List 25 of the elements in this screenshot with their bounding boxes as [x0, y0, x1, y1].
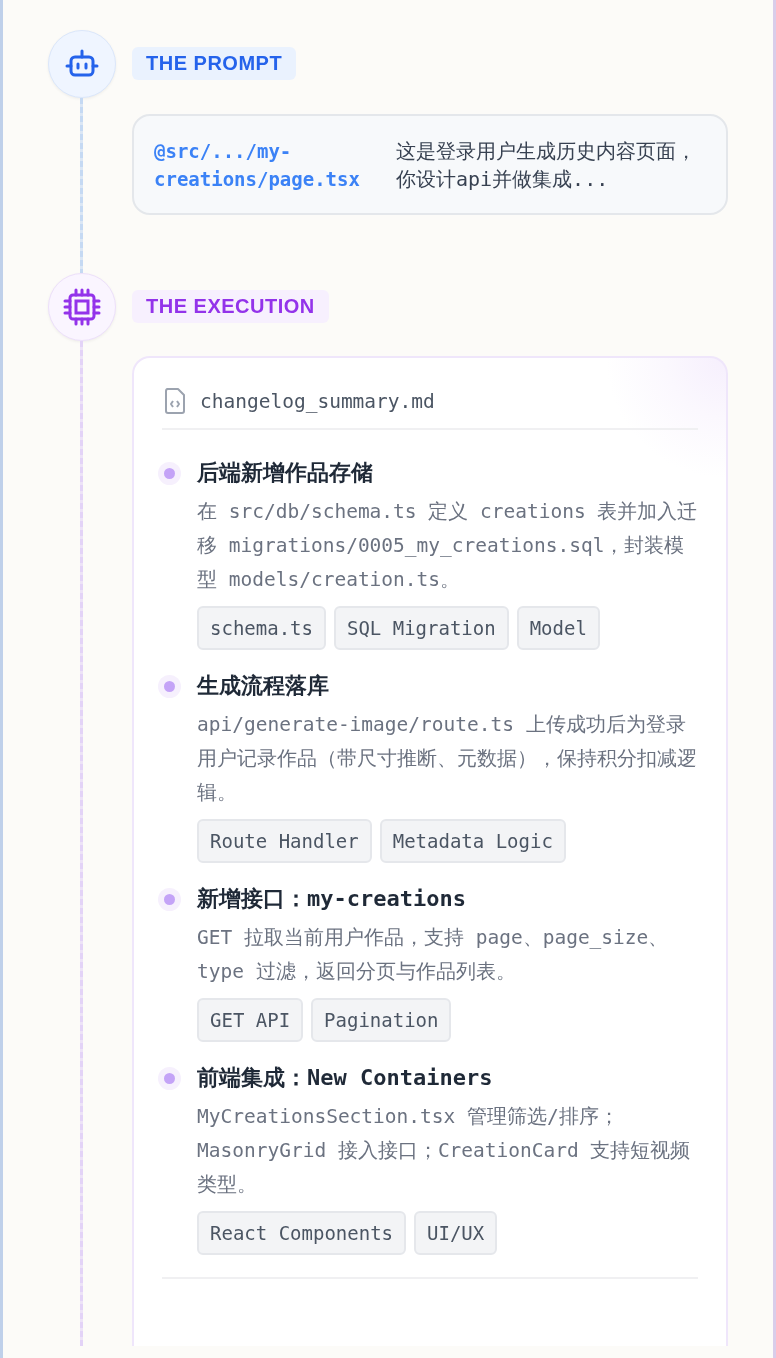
change-title: 前端集成：New Containers	[197, 1064, 494, 1092]
tag: Metadata Logic	[379, 819, 566, 863]
section-label: THE PROMPT	[132, 47, 297, 80]
tag: React Components	[197, 1211, 407, 1255]
tag: Pagination	[311, 998, 452, 1042]
change-title: 新增接口：my-creations	[197, 885, 467, 913]
tag: GET API	[197, 998, 304, 1042]
chip-icon	[62, 288, 101, 326]
tag: Model	[516, 606, 600, 650]
code-file-icon	[164, 388, 186, 414]
tag: Route Handler	[197, 819, 372, 863]
tag: SQL Migration	[333, 606, 509, 650]
section-label: THE EXECUTION	[132, 290, 329, 323]
change-description: api/generate-image/route.ts 上传成功后为登录用户记录作品（带尺寸推断、元数据），保持积分扣减逻辑。	[197, 712, 698, 806]
change-description: GET 拉取当前用户作品，支持 page、page_size、type 过滤，返回分页与作品列表。	[197, 925, 670, 985]
prompt-message: 这是登录用户生成历史内容页面，你设计api并做集成...	[396, 137, 697, 193]
tag: schema.ts	[197, 606, 326, 650]
tag: UI/UX	[414, 1211, 498, 1255]
change-title: 后端新增作品存储	[197, 459, 374, 487]
file-path-link[interactable]: @src/.../my-creations/page.tsx	[154, 136, 382, 193]
change-description: 在 src/db/schema.ts 定义 creations 表并加入迁移 migrations/0005_my_creations.sql，封装模型 models/creation.ts。	[197, 499, 698, 593]
change-description: MyCreationsSection.tsx 管理筛选/排序；MasonryGrid 接入接口；CreationCard 支持短视频类型。	[197, 1104, 692, 1198]
robot-icon	[64, 49, 99, 79]
file-name: changelog_summary.md	[200, 389, 435, 413]
change-title: 生成流程落库	[197, 672, 330, 700]
